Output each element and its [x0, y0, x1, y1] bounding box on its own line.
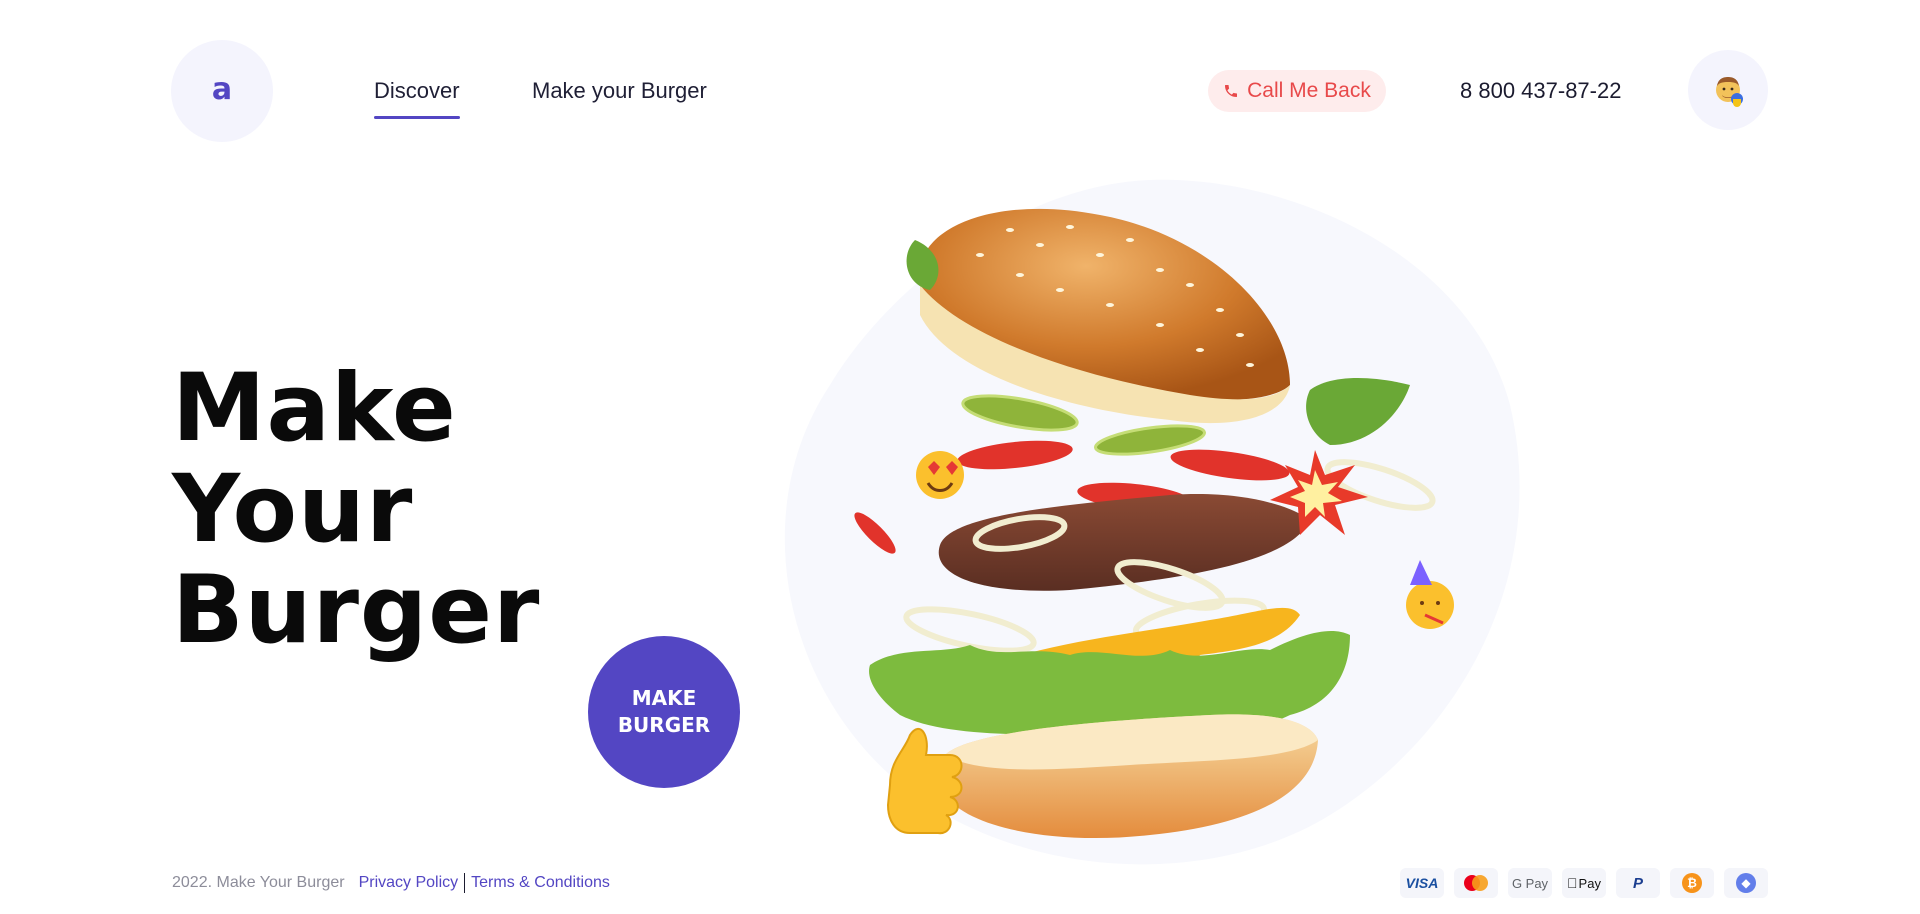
call-me-back-button[interactable]: Call Me Back — [1208, 70, 1386, 112]
man-emoji-avatar-icon — [1716, 77, 1743, 107]
hero-title: Make Your Burger — [172, 358, 652, 661]
bitcoin-coin: ₿ — [1682, 873, 1702, 893]
apple-pay-label: Pay — [1573, 875, 1601, 891]
visa-icon: VISA — [1400, 868, 1444, 898]
nav-make-your-burger[interactable]: Make your Burger — [532, 78, 707, 104]
google-pay-icon: G Pay — [1508, 868, 1552, 898]
phone-icon — [1225, 85, 1238, 97]
copyright: 2022. Make Your Burger — [172, 874, 345, 891]
logo-letter: a — [211, 71, 233, 107]
bitcoin-icon: ₿ — [1670, 868, 1714, 898]
payment-methods: VISA G Pay Pay P ₿ ◆ — [1400, 868, 1768, 898]
hero-title-line-3: Burger — [172, 556, 541, 665]
nav-discover[interactable]: Discover — [374, 78, 460, 119]
mastercard-icon — [1454, 868, 1498, 898]
make-burger-label: MAKE BURGER — [617, 686, 711, 737]
apple-pay-icon: Pay — [1562, 868, 1606, 898]
ethereum-icon: ◆ — [1724, 868, 1768, 898]
divider — [464, 873, 466, 893]
logo[interactable]: a — [171, 40, 273, 142]
ethereum-coin: ◆ — [1736, 873, 1756, 893]
paypal-icon: P — [1616, 868, 1660, 898]
terms-conditions-link[interactable]: Terms & Conditions — [471, 874, 610, 892]
heart-eyes-emoji — [916, 451, 964, 499]
avatar[interactable] — [1688, 50, 1768, 130]
call-me-back-label: Call Me Back — [1247, 79, 1371, 102]
footer-links: 2022. Make Your Burger Privacy Policy Te… — [172, 873, 610, 893]
burger-illustration — [784, 179, 1520, 865]
privacy-policy-link[interactable]: Privacy Policy — [359, 874, 459, 892]
phone-number[interactable]: 8 800 437-87-22 — [1460, 78, 1621, 104]
hero-title-line-1: Make — [172, 354, 457, 463]
make-burger-button[interactable]: MAKE BURGER — [588, 636, 740, 788]
hero-title-line-2: Your — [172, 455, 414, 564]
